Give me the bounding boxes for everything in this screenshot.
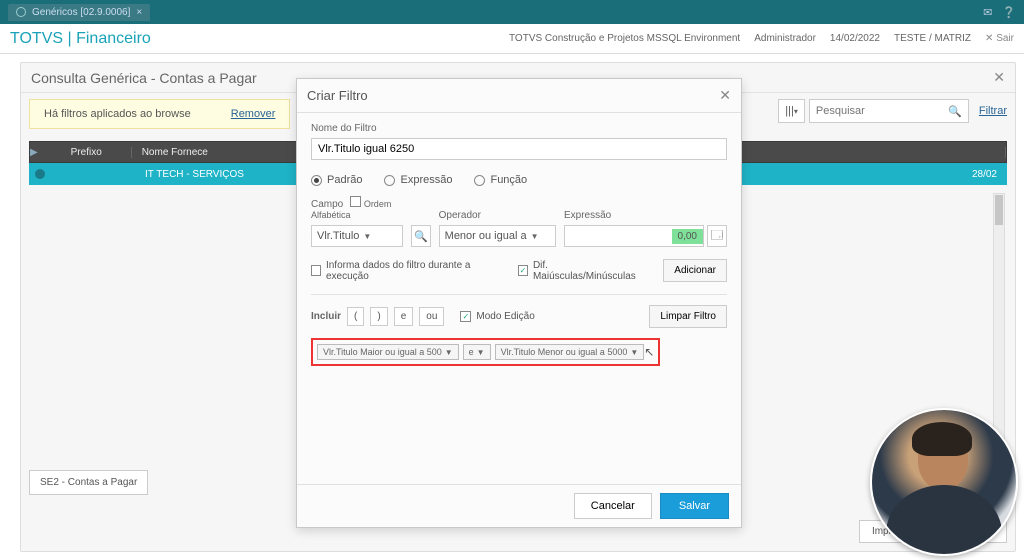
webcam-overlay [870, 408, 1018, 556]
ou-button[interactable]: ou [419, 307, 444, 326]
env-label: TOTVS Construção e Projetos MSSQL Enviro… [509, 33, 740, 44]
radio-dot-icon [311, 175, 322, 186]
campo-select[interactable]: Vlr.Titulo▼ [311, 225, 403, 247]
adicionar-button[interactable]: Adicionar [663, 259, 727, 282]
close-icon[interactable]: × [136, 7, 142, 18]
company-label: TESTE / MATRIZ [894, 33, 971, 44]
help-icon[interactable]: ❔ [1002, 6, 1016, 19]
row-status-icon [35, 169, 45, 179]
filter-link[interactable]: Filtrar [979, 105, 1007, 117]
radio-dot-icon [474, 175, 485, 186]
nome-filtro-input[interactable] [311, 138, 727, 160]
expressao-value: 0,00 [672, 229, 703, 244]
e-button[interactable]: e [394, 307, 414, 326]
checkbox-icon: ✓ [518, 265, 528, 276]
nome-filtro-label: Nome do Filtro [311, 123, 727, 134]
search-input[interactable] [816, 105, 942, 117]
sub-header: TOTVS | Financeiro TOTVS Construção e Pr… [0, 24, 1024, 54]
expression-picker-icon[interactable]: 🗔 [707, 225, 727, 247]
filter-chip-e[interactable]: e▼ [463, 344, 491, 360]
radio-dot-icon [384, 175, 395, 186]
limpar-filtro-button[interactable]: Limpar Filtro [649, 305, 727, 328]
search-box[interactable]: 🔍 [809, 99, 969, 123]
radio-funcao[interactable]: Função [474, 174, 527, 186]
paren-close-button[interactable]: ) [370, 307, 387, 326]
scroll-thumb[interactable] [995, 195, 1003, 225]
bottom-tag[interactable]: SE2 - Contas a Pagar [29, 470, 148, 495]
checkbox-icon [311, 265, 321, 276]
salvar-button[interactable]: Salvar [660, 493, 729, 519]
dif-maiusculas-checkbox[interactable]: ✓Dif. Maiúsculas/Minúsculas [518, 260, 639, 282]
col-prefixo[interactable]: Prefixo [42, 147, 132, 158]
modo-edicao-checkbox[interactable]: ✓Modo Edição [460, 311, 534, 322]
chevron-down-icon: ▼ [630, 348, 638, 357]
toolbar: ||| ▾ 🔍 Filtrar [778, 99, 1007, 123]
operador-select[interactable]: Menor ou igual a▼ [439, 225, 556, 247]
filter-notice: Há filtros aplicados ao browse Remover [29, 99, 290, 129]
cell-date: 28/02 [961, 169, 1007, 180]
filter-chip-1[interactable]: Vlr.Titulo Maior ou igual a 500▼ [317, 344, 459, 360]
filter-chip-2[interactable]: Vlr.Titulo Menor ou igual a 5000▼ [495, 344, 645, 360]
filter-notice-text: Há filtros aplicados ao browse [44, 108, 191, 120]
checkbox-icon: ✓ [460, 311, 471, 322]
date-label: 14/02/2022 [830, 33, 880, 44]
filter-expression-highlight: Vlr.Titulo Maior ou igual a 500▼ e▼ Vlr.… [311, 338, 660, 366]
sort-arrow-icon[interactable]: ▶ [30, 147, 38, 158]
divider [311, 294, 727, 295]
expressao-input[interactable]: 0,00 [564, 225, 704, 247]
user-label: Administrador [754, 33, 816, 44]
chevron-down-icon: ▼ [363, 232, 371, 241]
search-icon[interactable]: 🔍 [948, 105, 962, 118]
expressao-label: Expressão [564, 210, 727, 221]
campo-search-icon[interactable]: 🔍 [411, 225, 430, 247]
exit-button[interactable]: ✕ Sair [985, 33, 1014, 44]
cancelar-button[interactable]: Cancelar [574, 493, 652, 519]
dialog-close-icon[interactable]: ✕ [719, 87, 731, 104]
columns-button[interactable]: ||| ▾ [778, 99, 805, 123]
panel-title: Consulta Genérica - Contas a Pagar [31, 70, 257, 86]
scrollbar[interactable] [993, 193, 1005, 461]
operador-label: Operador [439, 210, 556, 221]
refresh-icon [16, 7, 26, 17]
mail-icon[interactable]: ✉ [983, 6, 992, 19]
filter-type-radios: Padrão Expressão Função [311, 174, 727, 186]
chevron-down-icon: ▼ [445, 348, 453, 357]
paren-open-button[interactable]: ( [347, 307, 364, 326]
campo-label: Campo Ordem Alfabética [311, 196, 403, 221]
app-tab-label: Genéricos [02.9.0006] [32, 7, 130, 18]
radio-padrao[interactable]: Padrão [311, 174, 362, 186]
remove-filter-link[interactable]: Remover [231, 108, 276, 120]
dialog-title: Criar Filtro [307, 88, 368, 103]
incluir-label: Incluir [311, 311, 341, 322]
chevron-down-icon: ▼ [477, 348, 485, 357]
panel-close-icon[interactable]: ✕ [993, 69, 1005, 86]
create-filter-dialog: Criar Filtro ✕ Nome do Filtro Padrão Exp… [296, 78, 742, 528]
columns-icon: ||| [785, 105, 794, 117]
brand-title: TOTVS | Financeiro [10, 30, 151, 48]
cursor-icon: ↖ [644, 345, 654, 359]
chevron-down-icon: ▼ [531, 232, 539, 241]
informa-checkbox[interactable]: Informa dados do filtro durante a execuç… [311, 260, 494, 282]
app-tab[interactable]: Genéricos [02.9.0006] × [8, 4, 150, 21]
radio-expressao[interactable]: Expressão [384, 174, 452, 186]
chevron-down-icon: ▾ [794, 107, 798, 116]
ordem-checkbox[interactable] [350, 196, 361, 207]
app-topbar: Genéricos [02.9.0006] × ✉ ❔ [0, 0, 1024, 24]
